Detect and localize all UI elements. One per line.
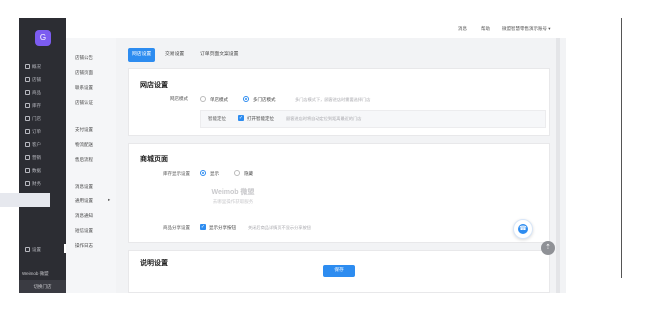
app-logo[interactable]: G	[35, 30, 51, 46]
top-bar	[116, 18, 566, 38]
sidebar-item-shop[interactable]: 门店	[19, 113, 66, 124]
auto-locate-label: 智能定位	[208, 116, 226, 121]
explain-settings-title: 说明设置	[140, 260, 168, 267]
radio-stock-show[interactable]	[200, 170, 206, 176]
share-button-checkbox-label: 显示分享按钮	[209, 225, 236, 230]
radio-stock-hide-label: 隐藏	[244, 171, 253, 176]
subnav-item[interactable]: 店铺页面	[75, 70, 93, 76]
mall-page-title: 商城页面	[140, 156, 168, 163]
main-sidebar: G 概况 店铺 商品 库存 门店 订单 客户 营销 数据 财务 渠道 设置 We…	[19, 18, 66, 293]
radio-multi-store-label: 多门店模式	[253, 97, 276, 102]
subnav-item[interactable]: 操作日志	[75, 243, 93, 249]
sidebar-item-goods[interactable]: 商品	[19, 87, 66, 98]
dashboard-icon	[25, 64, 30, 69]
subnav-item-active[interactable]: 通用设置	[75, 198, 93, 204]
subnav-item[interactable]: 短信设置	[75, 228, 93, 234]
share-settings-label: 商品分享设置	[163, 225, 190, 230]
sidebar-item-overview[interactable]: 概况	[19, 61, 66, 72]
subnav-item[interactable]: 物流配送	[75, 142, 93, 148]
store-settings-title: 网店设置	[140, 82, 168, 89]
sidebar-item-customers[interactable]: 客户	[19, 139, 66, 150]
auto-locate-checkbox-label: 打开智能定位	[247, 116, 274, 121]
sidebar-item-data[interactable]: 数据	[19, 165, 66, 176]
chevron-right-icon: ▸	[108, 197, 111, 202]
subnav-item[interactable]: 消息通知	[75, 213, 93, 219]
secondary-nav	[66, 38, 116, 293]
store-mode-hint: 多门店模式下，顾客进店时需要选择门店	[295, 97, 371, 102]
sidebar-item-inventory[interactable]: 库存	[19, 100, 66, 111]
radio-stock-hide[interactable]	[234, 170, 240, 176]
settings-icon	[25, 247, 30, 252]
subnav-active-bg	[0, 193, 50, 207]
customer-service-float-button[interactable]: ☎	[513, 219, 533, 239]
radio-single-store[interactable]	[200, 96, 206, 102]
inventory-icon	[25, 103, 30, 108]
back-to-top-button[interactable]: ⇡	[541, 241, 555, 255]
window-edge-divider	[621, 18, 622, 278]
sidebar-brand: Weimob 微盟	[22, 271, 49, 276]
subnav-item[interactable]: 店铺认证	[75, 100, 93, 106]
watermark-tagline: 去哪里操作获取服务	[212, 199, 254, 204]
app-window: G 概况 店铺 商品 库存 门店 订单 客户 营销 数据 财务 渠道 设置 We…	[0, 0, 669, 320]
customer-icon	[25, 142, 30, 147]
tab-trade-settings[interactable]: 交易设置	[161, 48, 188, 62]
headset-icon: ☎	[518, 224, 528, 234]
stock-display-label: 库存显示设置	[163, 171, 190, 176]
shop-icon	[25, 116, 30, 121]
radio-multi-store[interactable]	[243, 96, 249, 102]
subnav-item[interactable]: 联系设置	[75, 85, 93, 91]
radio-single-store-label: 单店模式	[210, 97, 228, 102]
order-icon	[25, 129, 30, 134]
weimob-watermark: Weimob 微盟 去哪里操作获取服务	[188, 187, 278, 205]
store-icon	[25, 77, 30, 82]
sidebar-item-settings[interactable]: 设置	[19, 244, 66, 255]
sidebar-item-finance[interactable]: 财务	[19, 178, 66, 189]
watermark-brand: Weimob 微盟	[211, 189, 255, 196]
store-mode-label: 网店模式	[170, 96, 188, 101]
account-menu[interactable]: 微盟智慧零售演示账号 ▾	[502, 26, 551, 32]
share-button-checkbox[interactable]: ✓	[200, 224, 206, 230]
messages-link[interactable]: 消息	[458, 26, 467, 32]
sidebar-item-marketing[interactable]: 营销	[19, 152, 66, 163]
scrollbar[interactable]	[556, 38, 560, 293]
marketing-icon	[25, 155, 30, 160]
auto-locate-hint: 顾客进店时将自动定位到距离最近的门店	[286, 116, 362, 121]
subnav-item[interactable]: 店铺公告	[75, 55, 93, 61]
share-settings-hint: 关闭后商品详情页不显示分享按钮	[248, 225, 311, 230]
goods-icon	[25, 90, 30, 95]
tab-store-settings[interactable]: 网店设置	[128, 48, 156, 62]
subnav-item[interactable]: 支付设置	[75, 127, 93, 133]
auto-locate-checkbox[interactable]: ✓	[238, 115, 244, 121]
tab-order-text-settings[interactable]: 订单页面文案设置	[196, 48, 242, 62]
arrow-up-icon: ⇡	[545, 244, 551, 251]
help-link[interactable]: 帮助	[481, 26, 490, 32]
subnav-item[interactable]: 售后流程	[75, 157, 93, 163]
sidebar-item-store[interactable]: 店铺	[19, 74, 66, 85]
radio-stock-show-label: 显示	[210, 171, 219, 176]
sidebar-item-orders[interactable]: 订单	[19, 126, 66, 137]
switch-store-button[interactable]: 切换门店	[19, 280, 66, 293]
finance-icon	[25, 181, 30, 186]
save-button[interactable]: 保存	[323, 265, 355, 277]
data-icon	[25, 168, 30, 173]
subnav-item[interactable]: 消息设置	[75, 184, 93, 190]
